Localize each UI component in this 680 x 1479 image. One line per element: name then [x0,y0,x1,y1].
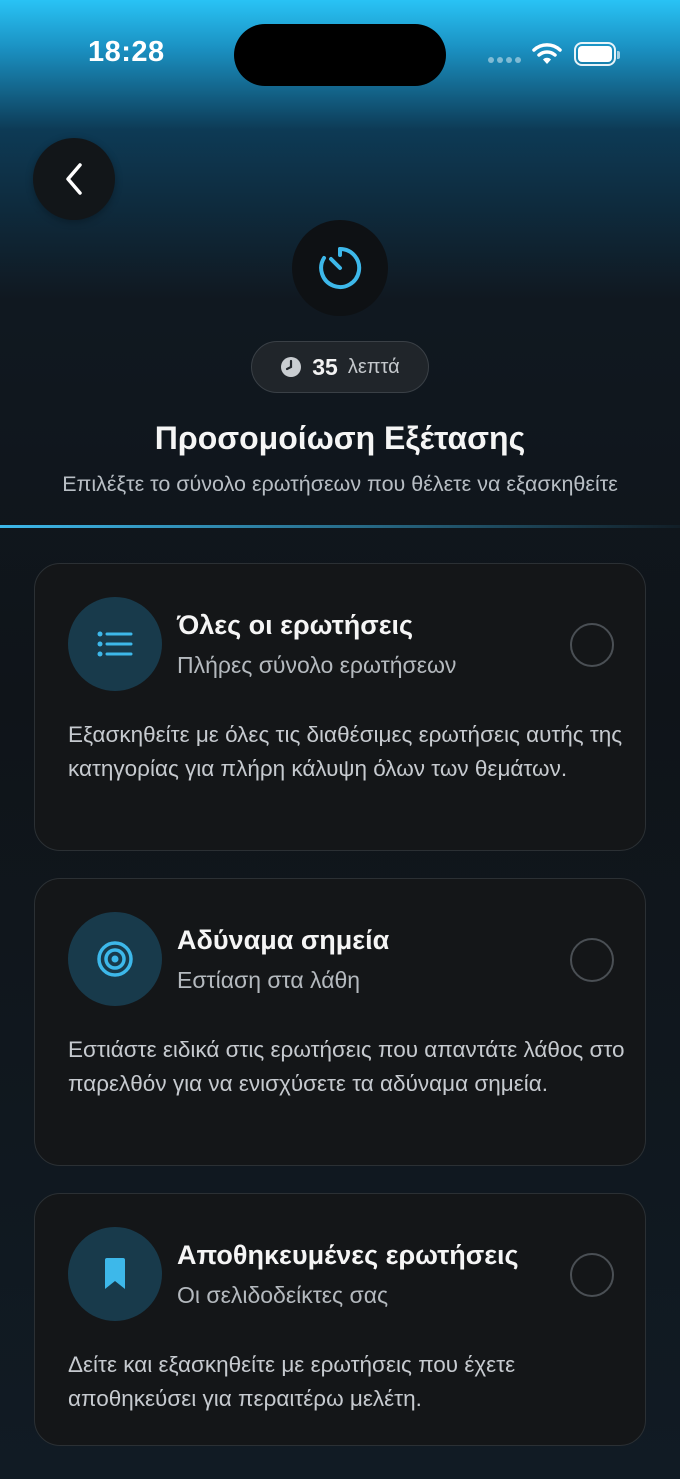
option-title: Αδύναμα σημεία [177,925,390,955]
option-card-all-questions[interactable]: Όλες οι ερωτήσεις Πλήρες σύνολο ερωτήσεω… [34,563,646,851]
timer-badge [292,220,388,316]
option-description: Εξασκηθείτε με όλες τις διαθέσιμες ερωτή… [68,722,623,781]
bookmark-icon [105,1258,125,1289]
chevron-left-icon [66,163,82,195]
duration-unit: λεπτά [347,355,400,378]
page-subtitle: Επιλέξτε το σύνολο ερωτήσεων που θέλετε … [62,472,618,496]
battery-icon [574,42,620,66]
header-divider [0,525,680,528]
option-radio-button[interactable] [570,623,614,667]
option-card-weak-points[interactable]: Αδύναμα σημεία Εστίαση στα λάθη Εστιάστε… [34,878,646,1166]
back-button[interactable] [33,138,115,220]
page-title: Προσομοίωση Εξέτασης [154,420,526,456]
option-subtitle: Πλήρες σύνολο ερωτήσεων [177,652,457,678]
timer-icon [319,246,362,289]
option-subtitle: Εστίαση στα λάθη [177,967,361,993]
target-icon [97,941,133,977]
status-bar: 18:28 [0,0,680,110]
option-subtitle: Οι σελιδοδείκτες σας [177,1282,389,1308]
option-icon-circle [68,912,162,1006]
option-radio-button[interactable] [570,938,614,982]
option-description: Εστιάστε ειδικά στις ερωτήσεις που απαντ… [68,1037,625,1096]
option-title: Όλες οι ερωτήσεις [177,610,414,640]
option-description: Δείτε και εξασκηθείτε με ερωτήσεις που έ… [68,1352,516,1411]
duration-value: 35 [312,353,338,380]
list-icon [97,631,133,657]
dynamic-island [234,24,446,86]
clock-icon [281,357,302,377]
option-icon-circle [68,597,162,691]
wifi-icon [532,42,562,71]
option-radio-button[interactable] [570,1253,614,1297]
option-title: Αποθηκευμένες ερωτήσεις [177,1240,519,1270]
option-icon-circle [68,1227,162,1321]
option-card-saved-questions[interactable]: Αποθηκευμένες ερωτήσεις Οι σελιδοδείκτες… [34,1193,646,1446]
status-time: 18:28 [88,36,165,68]
duration-pill: 35 λεπτά [251,341,429,393]
cellular-signal-icon [488,50,524,68]
